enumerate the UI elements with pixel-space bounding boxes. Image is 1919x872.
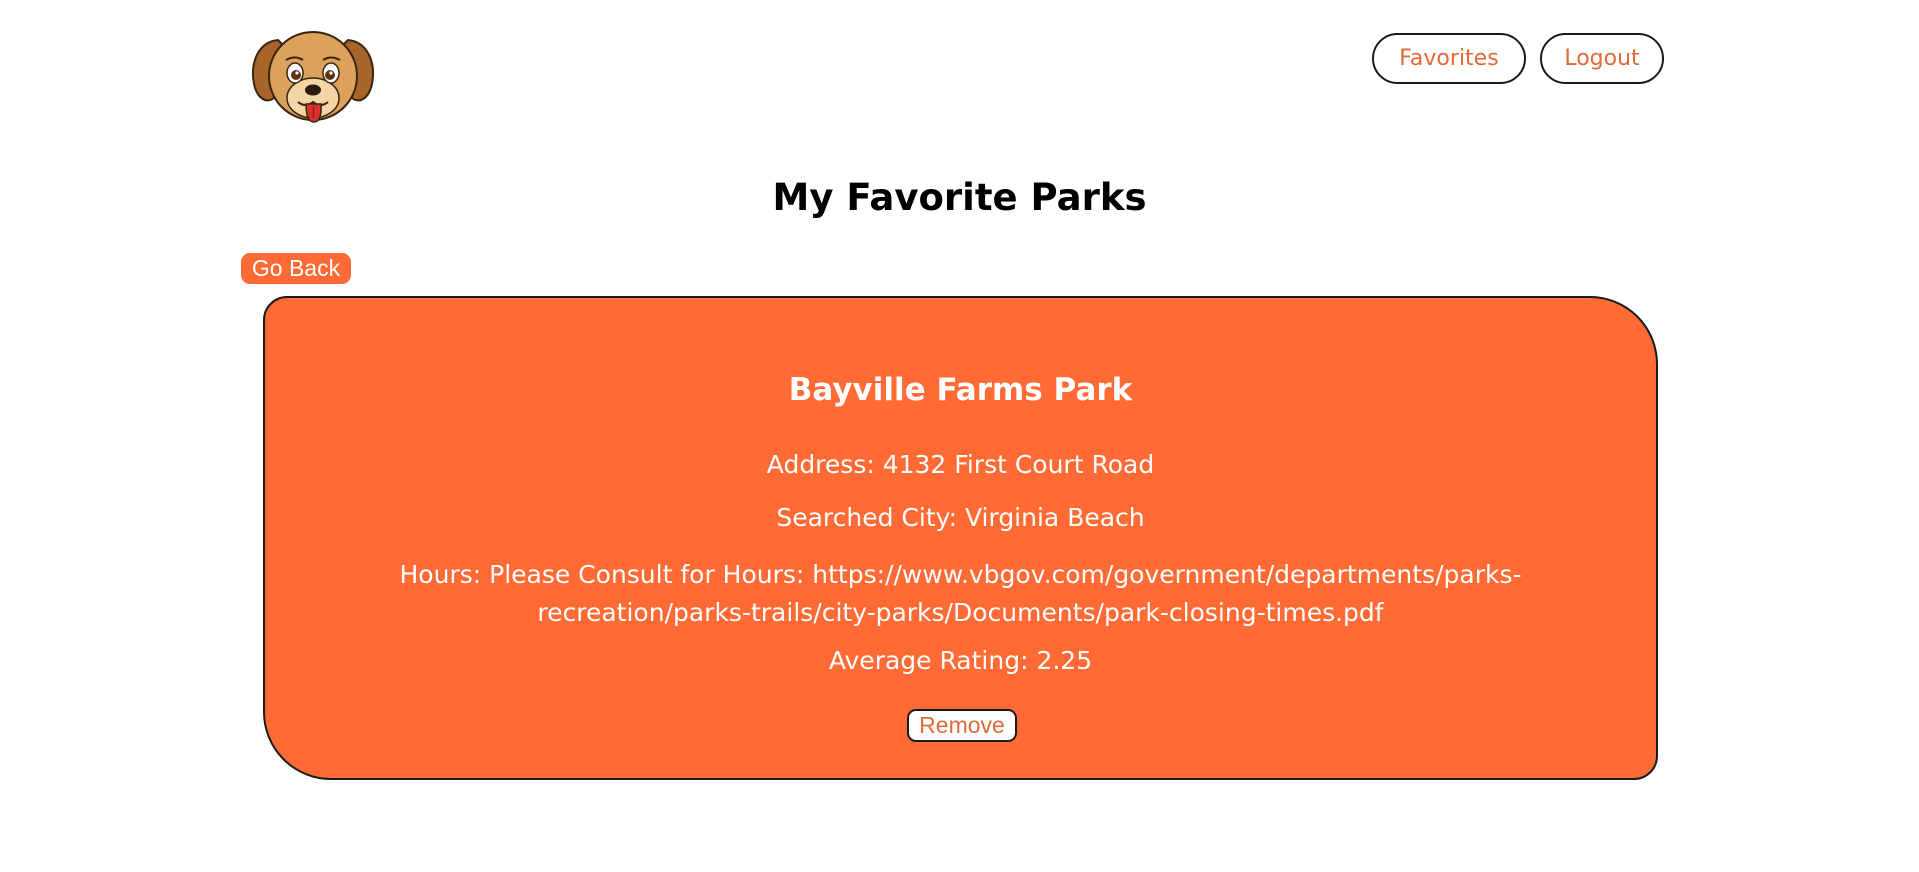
- logout-button[interactable]: Logout: [1540, 33, 1664, 84]
- park-card: Bayville Farms Park Address: 4132 First …: [263, 296, 1658, 780]
- park-hours: Hours: Please Consult for Hours: https:/…: [399, 560, 1522, 627]
- page-title: My Favorite Parks: [772, 176, 1147, 219]
- remove-button[interactable]: Remove: [907, 709, 1017, 742]
- dog-face-icon[interactable]: [248, 18, 378, 133]
- park-name: Bayville Farms Park: [788, 372, 1133, 408]
- park-address: Address: 4132 First Court Road: [766, 450, 1155, 479]
- park-searched-city: Searched City: Virginia Beach: [776, 503, 1145, 532]
- go-back-button[interactable]: Go Back: [241, 253, 351, 284]
- park-average-rating: Average Rating: 2.25: [828, 646, 1093, 675]
- favorites-button[interactable]: Favorites: [1372, 33, 1526, 84]
